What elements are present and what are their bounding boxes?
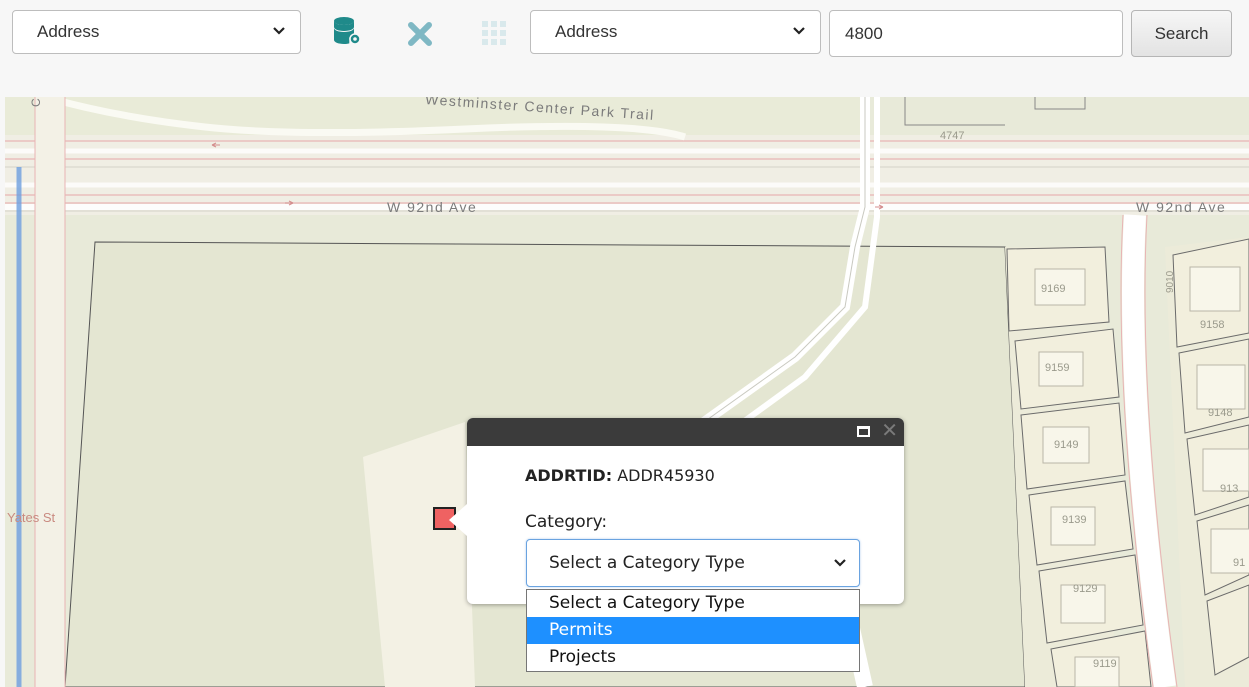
attribute-key: ADDRTID:	[525, 466, 613, 485]
lot-number: 9148	[1208, 407, 1233, 419]
city-label: City	[29, 97, 43, 107]
chevron-down-icon	[834, 559, 846, 567]
chevron-down-icon	[273, 27, 285, 35]
lot-number: 9149	[1054, 439, 1079, 451]
layer-select[interactable]: Address	[12, 10, 301, 54]
popup-pointer	[449, 504, 467, 536]
category-select-value: Select a Category Type	[549, 553, 745, 573]
layer-select-value: Address	[37, 22, 100, 41]
lot-number: 9169	[1041, 283, 1066, 295]
search-button[interactable]: Search	[1131, 10, 1232, 57]
lot-number: 91	[1233, 557, 1246, 569]
chevron-down-icon	[793, 27, 805, 35]
search-input[interactable]	[829, 10, 1123, 57]
category-select[interactable]: Select a Category Type	[526, 539, 860, 587]
database-settings-icon[interactable]	[332, 16, 362, 46]
clear-x-icon[interactable]	[405, 19, 435, 49]
feature-popup: ✕ ADDRTID: ADDR45930 Category: Select a …	[449, 418, 904, 604]
field-select-value: Address	[555, 22, 618, 41]
attribute-value: ADDR45930	[617, 466, 715, 485]
lot-number: 913	[1220, 483, 1239, 495]
yates-st-label: Yates St	[7, 510, 56, 525]
maximize-icon[interactable]	[857, 426, 870, 437]
popup-header: ✕	[467, 418, 904, 446]
category-option-permits[interactable]: Permits	[527, 617, 859, 644]
close-icon[interactable]: ✕	[881, 421, 898, 441]
lot-number: 9139	[1062, 514, 1087, 526]
lot-number: 9159	[1045, 362, 1070, 374]
attribute-row: ADDRTID: ADDR45930	[525, 466, 715, 485]
toolbar: Address Address Search	[0, 0, 1249, 97]
lot-number: 9119	[1093, 658, 1117, 670]
w92nd-ave-label: W 92nd Ave	[387, 199, 478, 215]
category-label: Category:	[525, 512, 608, 532]
category-option[interactable]: Select a Category Type	[527, 590, 859, 617]
field-select[interactable]: Address	[530, 10, 821, 54]
lot-number: 4747	[940, 130, 965, 142]
grid-icon[interactable]	[479, 18, 509, 48]
lot-number: 9129	[1073, 583, 1098, 595]
category-dropdown-list: Select a Category Type Permits Projects	[526, 589, 860, 672]
w92nd-ave-label-right: W 92nd Ave	[1136, 199, 1227, 215]
category-option-projects[interactable]: Projects	[527, 644, 859, 671]
lot-number: 9010	[1165, 270, 1176, 293]
lot-number: 9158	[1200, 319, 1225, 331]
